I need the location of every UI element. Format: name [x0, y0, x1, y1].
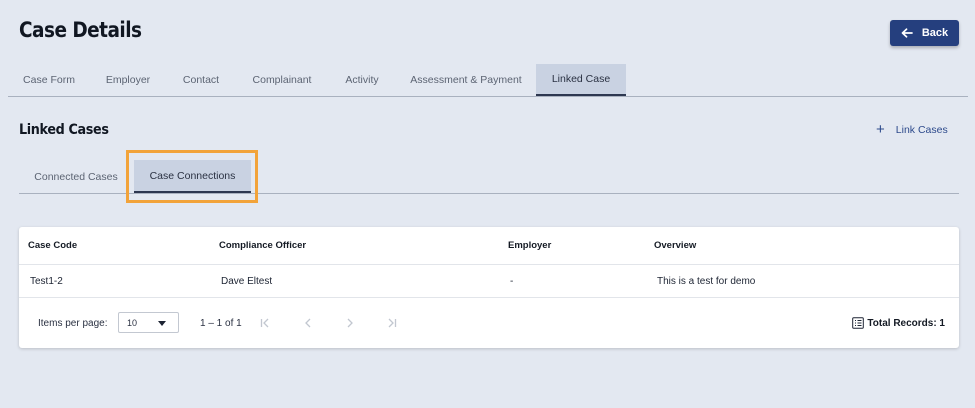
plus-icon: +	[876, 121, 885, 138]
tab-case-connections[interactable]: Case Connections	[134, 160, 251, 193]
tab-complainant[interactable]: Complainant	[236, 64, 328, 96]
table-row[interactable]: Test1-2 Dave Eltest - This is a test for…	[19, 265, 959, 298]
previous-page-button[interactable]	[300, 315, 316, 331]
cell-compliance-officer: Dave Eltest	[221, 276, 273, 287]
items-per-page-label: Items per page:	[38, 318, 108, 329]
page-title: Case Details	[19, 18, 142, 42]
main-tabs: Case Form Employer Contact Complainant A…	[8, 64, 968, 97]
column-header-overview[interactable]: Overview	[654, 240, 696, 251]
paginator: Items per page: 10 1 – 1 of 1 Total Reco…	[19, 299, 959, 348]
last-page-button[interactable]	[384, 315, 400, 331]
case-connections-table: Case Code Compliance Officer Employer Ov…	[19, 227, 959, 348]
table-header: Case Code Compliance Officer Employer Ov…	[19, 227, 959, 265]
tab-employer[interactable]: Employer	[90, 64, 166, 96]
chevron-right-icon	[347, 318, 353, 328]
back-button-label: Back	[921, 27, 949, 39]
first-page-icon	[260, 318, 269, 328]
section-title: Linked Cases	[19, 122, 109, 138]
column-header-case-code[interactable]: Case Code	[28, 240, 77, 251]
column-header-compliance-officer[interactable]: Compliance Officer	[219, 240, 306, 251]
cell-case-code: Test1-2	[30, 276, 63, 287]
first-page-button[interactable]	[257, 315, 273, 331]
tab-assessment-payment[interactable]: Assessment & Payment	[396, 64, 536, 96]
back-button[interactable]: Back	[890, 20, 959, 46]
tab-connected-cases[interactable]: Connected Cases	[19, 160, 133, 193]
sub-tabs: Connected Cases Case Connections	[19, 160, 959, 194]
arrow-left-icon	[901, 28, 913, 38]
total-records-label: Total Records: 1	[867, 317, 945, 329]
tab-linked-case[interactable]: Linked Case	[536, 64, 626, 96]
total-records: Total Records: 1	[852, 317, 945, 329]
next-page-button[interactable]	[342, 315, 358, 331]
caret-down-icon	[158, 321, 166, 326]
link-cases-label: Link Cases	[895, 124, 948, 136]
tab-case-form[interactable]: Case Form	[8, 64, 90, 96]
tab-contact[interactable]: Contact	[166, 64, 236, 96]
page-range-label: 1 – 1 of 1	[200, 318, 242, 329]
last-page-icon	[388, 318, 397, 328]
link-cases-button[interactable]: + Link Cases	[876, 121, 948, 138]
cell-overview: This is a test for demo	[657, 276, 756, 287]
cell-employer: -	[510, 276, 514, 287]
chevron-left-icon	[305, 318, 311, 328]
list-icon	[852, 317, 865, 329]
column-header-employer[interactable]: Employer	[508, 240, 551, 251]
items-per-page-select[interactable]: 10	[118, 312, 179, 333]
items-per-page-value: 10	[127, 318, 138, 328]
tab-activity[interactable]: Activity	[328, 64, 396, 96]
